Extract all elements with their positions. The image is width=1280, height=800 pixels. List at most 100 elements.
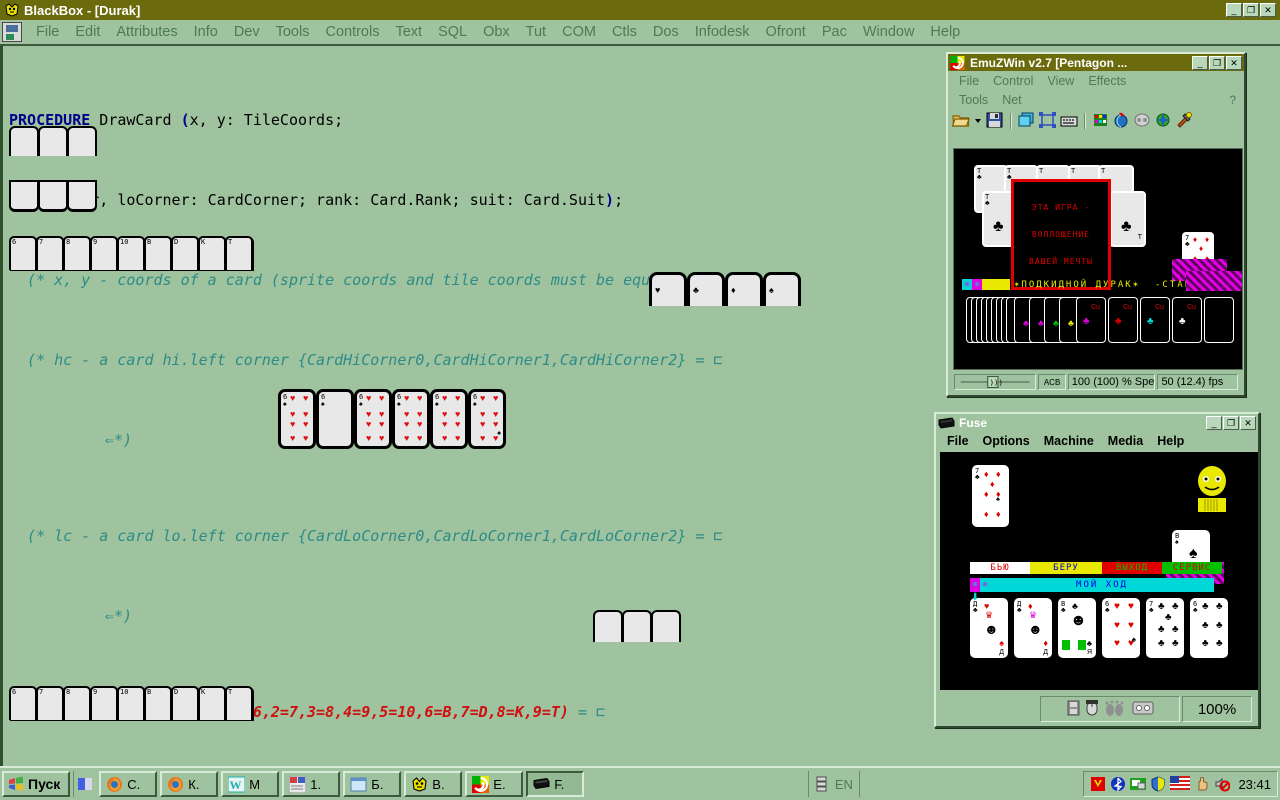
pip: ♣ (1158, 638, 1165, 649)
pip: ♥ (404, 410, 409, 419)
game-action-menu[interactable]: БЬЮ БЕРУ ВЫХОД СЕРВИС (970, 562, 1222, 574)
hand-card[interactable]: Д ♣ ♥ ♛ ☻ ♠ Д (970, 598, 1008, 658)
emuzwin-game-screen[interactable]: T ♣ T ♣ T T T ♣ T ♣ ♣ (953, 148, 1243, 370)
menu-infodesk[interactable]: Infodesk (687, 24, 758, 40)
taskbar-item-firefox-1[interactable]: С. (99, 771, 157, 797)
palette-icon[interactable] (1092, 112, 1110, 130)
menu-help[interactable]: Help (922, 24, 968, 40)
open-folder-icon[interactable] (952, 112, 970, 130)
network-icon[interactable] (1130, 776, 1146, 792)
save-disk-icon[interactable] (986, 112, 1004, 130)
menu-tools[interactable]: Tools (268, 24, 318, 40)
shield-icon[interactable] (1150, 776, 1166, 792)
menu-info[interactable]: Info (186, 24, 226, 40)
menu-tut[interactable]: Tut (518, 24, 554, 40)
compass-icon[interactable] (1155, 112, 1173, 130)
menu-dev[interactable]: Dev (226, 24, 268, 40)
action-servis[interactable]: СЕРВИС (1162, 562, 1222, 574)
menu-file[interactable]: File (28, 24, 67, 40)
action-biyu[interactable]: БЬЮ (970, 562, 1030, 574)
action-vyhod[interactable]: ВЫХОД (1102, 562, 1162, 574)
menu-window[interactable]: Window (855, 24, 923, 40)
menu-ofront[interactable]: Ofront (758, 24, 814, 40)
hand-icon[interactable] (1194, 776, 1210, 792)
menu-com[interactable]: COM (554, 24, 604, 40)
taskbar-item-window[interactable]: Б. (343, 771, 401, 797)
suit-label: ♠ (359, 401, 363, 408)
hand-card[interactable]: B ♣ ♣ ☻ ♣ Я (1058, 598, 1096, 658)
pip: ♣ (1072, 601, 1078, 611)
menu-view[interactable]: View (1040, 74, 1081, 88)
close-button[interactable]: ✕ (1240, 416, 1256, 430)
language-indicator[interactable]: EN (808, 771, 860, 797)
restore-button[interactable]: ❐ (1243, 3, 1259, 17)
action-beru[interactable]: БЕРУ (1030, 562, 1102, 574)
fuse-game-screen[interactable]: 7 ♣ ♦ ♦ ♦ ♦ ♦ ♦ ♦ ♣ (940, 452, 1258, 690)
clock[interactable]: 23:41 (1234, 777, 1271, 792)
maximize-button[interactable]: ❐ (1223, 416, 1239, 430)
show-desktop-icon[interactable] (77, 776, 93, 792)
taskbar-item-firefox-2[interactable]: К. (160, 771, 218, 797)
menu-pac[interactable]: Pac (814, 24, 855, 40)
menu-text[interactable]: Text (387, 24, 430, 40)
flag-icon[interactable] (1170, 776, 1190, 792)
tools-icon[interactable] (1176, 112, 1194, 130)
menu-dos[interactable]: Dos (645, 24, 687, 40)
hand-card[interactable]: Д ♣ ♦ ♛ ☻ ♦ Д (1014, 598, 1052, 658)
menu-edit[interactable]: Edit (67, 24, 108, 40)
taskbar-item-document[interactable]: 1. (282, 771, 340, 797)
menu-net[interactable]: Net (995, 93, 1028, 107)
pip: ♥ (366, 394, 371, 403)
taskbar-item-word[interactable]: W M (221, 771, 279, 797)
taskbar-item-blackbox[interactable]: В. (404, 771, 462, 797)
menu-tools[interactable]: Tools (952, 93, 995, 107)
help-button[interactable]: ? (1229, 93, 1244, 107)
toolbar-separator (1084, 113, 1086, 129)
start-button[interactable]: Пуск (2, 771, 70, 797)
fuse-titlebar[interactable]: Fuse _ ❐ ✕ (936, 414, 1258, 431)
emuzwin-titlebar[interactable]: EmuZWin v2.7 [Pentagon ... _ ❐ ✕ (948, 54, 1244, 71)
fullscreen-icon[interactable] (1039, 112, 1057, 130)
globe-blue-icon[interactable] (1113, 112, 1131, 130)
close-button[interactable]: ✕ (1260, 3, 1276, 17)
menu-ctls[interactable]: Ctls (604, 24, 645, 40)
menu-obx[interactable]: Obx (475, 24, 518, 40)
fuse-keyboard-icon (533, 776, 550, 793)
table-card: 7 ♣ ♦ ♦ ♦ ♦ ♦ ♦ ♦ ♣ (972, 465, 1009, 527)
menu-file[interactable]: File (940, 434, 976, 448)
menu-media[interactable]: Media (1101, 434, 1150, 448)
menu-attributes[interactable]: Attributes (108, 24, 185, 40)
hand-card[interactable]: 6 ♣ ♥ ♥ ♥ ♥ ♥ ♥ ♠ (1102, 598, 1140, 658)
menu-file[interactable]: File (952, 74, 986, 88)
dropdown-arrow-icon[interactable] (973, 112, 983, 130)
sound-slider[interactable]: ))) (954, 374, 1036, 390)
hand-card[interactable]: 6 ♣ ♣ ♣ ♣ ♣ ♣ ♣ (1190, 598, 1228, 658)
taskbar-item-fuse[interactable]: F. (526, 771, 584, 797)
document-icon[interactable] (2, 22, 22, 42)
copy-screen-icon[interactable] (1018, 112, 1036, 130)
minimize-button[interactable]: _ (1192, 56, 1208, 70)
keyboard-icon[interactable] (1060, 112, 1078, 130)
bluetooth-icon[interactable] (1110, 776, 1126, 792)
quick-launch[interactable] (73, 771, 96, 797)
blackbox-titlebar[interactable]: BlackBox - [Durak] _ ❐ ✕ (0, 0, 1280, 20)
taskbar-item-emuzwin[interactable]: Е. (465, 771, 523, 797)
menu-controls[interactable]: Controls (317, 24, 387, 40)
hand-card[interactable]: 7 ♣ ♣ ♣ ♣ ♣ ♣ ♣ ♣ (1146, 598, 1184, 658)
acb-indicator[interactable]: ACB (1038, 374, 1065, 390)
antivirus-icon[interactable] (1090, 776, 1106, 792)
tape-grey-icon[interactable] (1134, 112, 1152, 130)
volume-muted-icon[interactable] (1214, 776, 1230, 792)
menu-effects[interactable]: Effects (1081, 74, 1133, 88)
menu-machine[interactable]: Machine (1037, 434, 1101, 448)
maximize-button[interactable]: ❐ (1209, 56, 1225, 70)
menu-sql[interactable]: SQL (430, 24, 475, 40)
pip: ♥ (493, 410, 498, 419)
minimize-button[interactable]: _ (1226, 3, 1242, 17)
menu-control[interactable]: Control (986, 74, 1040, 88)
player-hand[interactable]: Д ♣ ♥ ♛ ☻ ♠ Д Д ♣ ♦ ♛ ☻ ♦ Д (970, 598, 1228, 658)
close-button[interactable]: ✕ (1226, 56, 1242, 70)
minimize-button[interactable]: _ (1206, 416, 1222, 430)
menu-help[interactable]: Help (1150, 434, 1191, 448)
menu-options[interactable]: Options (976, 434, 1037, 448)
